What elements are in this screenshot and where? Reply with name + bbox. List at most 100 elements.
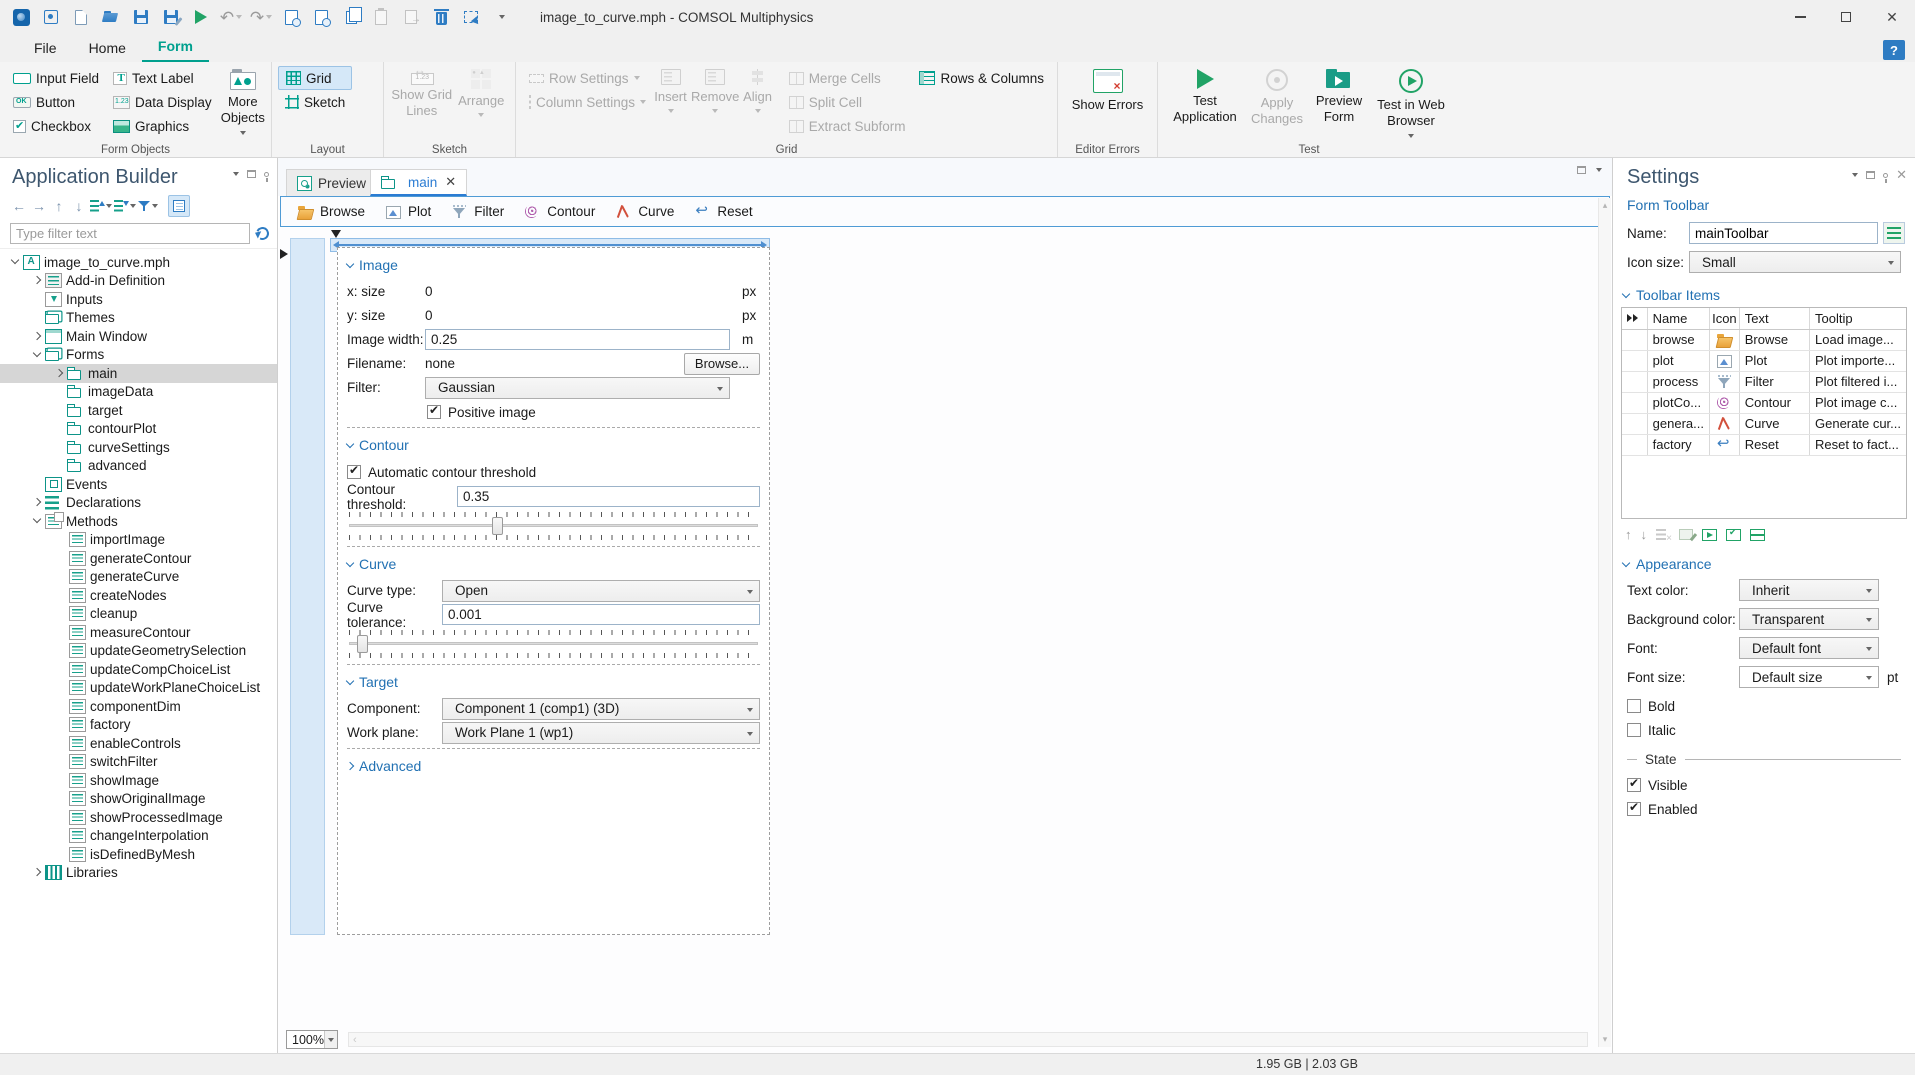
tree-expander-icon[interactable] (30, 866, 45, 880)
tree-expander-icon[interactable] (52, 422, 67, 436)
work-plane-dropdown[interactable]: Work Plane 1 (wp1) (442, 721, 760, 744)
delete-button[interactable] (428, 5, 454, 29)
help-button[interactable]: ? (1883, 40, 1905, 60)
tree-item[interactable]: updateCompChoiceList (0, 660, 277, 679)
slider-thumb[interactable] (492, 517, 504, 535)
toolbar-items-header[interactable]: Toolbar Items (1621, 287, 1915, 303)
tree-expander-icon[interactable] (52, 847, 67, 861)
save-button[interactable] (128, 5, 154, 29)
row-handle-cell[interactable] (1622, 371, 1648, 393)
positive-image-checkbox[interactable] (427, 403, 441, 419)
tree-item[interactable]: Libraries (0, 864, 277, 883)
tree-expander-icon[interactable] (52, 440, 67, 454)
tree-item[interactable]: generateContour (0, 549, 277, 568)
maximize-button[interactable] (1823, 0, 1869, 34)
tree-expander-icon[interactable] (52, 459, 67, 473)
tree-expander-icon[interactable] (52, 718, 67, 732)
tree-expander-icon[interactable] (52, 403, 67, 417)
row-gutter[interactable] (290, 238, 325, 935)
delete-item-button[interactable] (1656, 529, 1672, 544)
tree-item[interactable]: cleanup (0, 605, 277, 624)
close-panel-icon[interactable]: ✕ (1896, 168, 1907, 181)
tab-preview[interactable]: Preview (286, 169, 378, 196)
float-editor-icon[interactable] (1577, 166, 1586, 174)
forward-button[interactable]: → (30, 196, 48, 216)
toolbar-item-row[interactable]: plotCo... Contour Plot image c... (1622, 392, 1906, 414)
name-input[interactable] (1689, 222, 1878, 244)
editor-tabs-menu-icon[interactable] (1596, 168, 1602, 172)
close-tab-icon[interactable]: ✕ (445, 174, 456, 190)
tree-item[interactable]: showProcessedImage (0, 808, 277, 827)
copy-button[interactable] (338, 5, 364, 29)
tree-expander-icon[interactable] (52, 588, 67, 602)
move-item-down-button[interactable]: ↓ (1641, 527, 1648, 542)
appearance-header[interactable]: Appearance (1621, 556, 1915, 572)
test-application-button[interactable]: Test Application (1164, 66, 1246, 126)
collapse-all-button[interactable] (90, 196, 112, 216)
tree-expander-icon[interactable] (52, 644, 67, 658)
add-toggle-item-button[interactable] (1726, 527, 1741, 541)
contour-threshold-input[interactable] (457, 486, 760, 507)
browse-file-button[interactable]: Browse... (684, 352, 760, 375)
plot-toolbar-button[interactable]: Plot (377, 202, 439, 222)
tree-item[interactable]: Declarations (0, 494, 277, 513)
customize-qat-button[interactable] (488, 5, 514, 29)
tree-item[interactable]: target (0, 401, 277, 420)
browse-toolbar-button[interactable]: Browse (289, 202, 373, 222)
save-as-button[interactable] (158, 5, 184, 29)
visible-checkbox[interactable] (1627, 776, 1641, 792)
tree-expander-icon[interactable] (30, 311, 45, 325)
form-design-surface[interactable]: Image x: size 0 px y: size 0 px Image width:… (337, 247, 770, 935)
test-in-web-browser-button[interactable]: Test in Web Browser (1370, 66, 1452, 138)
row-handle-cell[interactable] (1622, 392, 1648, 414)
graphics-button[interactable]: Graphics (106, 114, 219, 138)
text-label-button[interactable]: Text Label (106, 66, 219, 90)
tree-item[interactable]: image_to_curve.mph (0, 253, 277, 272)
scroll-up-icon[interactable]: ▴ (1603, 200, 1608, 211)
tree-expander-icon[interactable] (30, 329, 45, 343)
tree-filter-input[interactable] (10, 223, 250, 244)
tab-file[interactable]: File (18, 36, 73, 62)
tree-expander-icon[interactable] (52, 736, 67, 750)
tab-main[interactable]: main ✕ (370, 169, 468, 196)
tree-item[interactable]: measureContour (0, 623, 277, 642)
tree-item[interactable]: Inputs (0, 290, 277, 309)
tree-expander-icon[interactable] (30, 514, 45, 528)
select-region-button[interactable] (458, 5, 484, 29)
toolbar-item-row[interactable]: genera... Curve Generate cur... (1622, 413, 1906, 435)
image-width-input[interactable] (425, 329, 730, 350)
component-dropdown[interactable]: Component 1 (comp1) (3D) (442, 697, 760, 720)
contour-threshold-slider[interactable] (349, 511, 758, 541)
contour-toolbar-button[interactable]: Contour (516, 202, 603, 222)
tree-expander-icon[interactable] (30, 348, 45, 362)
back-button[interactable]: ← (10, 196, 28, 216)
scroll-down-icon[interactable]: ▾ (1603, 1034, 1608, 1045)
tree-expander-icon[interactable] (8, 255, 23, 269)
tree-expander-icon[interactable] (52, 625, 67, 639)
run-application-button[interactable] (188, 5, 214, 29)
move-item-up-button[interactable]: ↑ (1625, 527, 1632, 542)
data-display-button[interactable]: Data Display (106, 90, 219, 114)
minimize-button[interactable] (1777, 0, 1823, 34)
section-curve-header[interactable]: Curve (345, 551, 760, 577)
tree-item[interactable]: enableControls (0, 734, 277, 753)
panel-menu-icon[interactable] (233, 172, 239, 176)
tree-expander-icon[interactable] (30, 496, 45, 510)
tree-item[interactable]: contourPlot (0, 420, 277, 439)
expand-all-button[interactable] (114, 196, 136, 216)
toolbar-item-row[interactable]: process Filter Plot filtered i... (1622, 371, 1906, 393)
pin-panel-icon[interactable] (1883, 172, 1889, 183)
add-item-button[interactable] (1702, 528, 1717, 541)
text-color-dropdown[interactable]: Inherit (1739, 579, 1879, 601)
row-handle-cell[interactable] (1622, 329, 1648, 351)
tree-expander-icon[interactable] (52, 366, 67, 380)
input-field-button[interactable]: Input Field (6, 66, 106, 90)
close-button[interactable]: ✕ (1869, 0, 1915, 34)
curve-tolerance-slider[interactable] (349, 629, 758, 659)
curve-toolbar-button[interactable]: Curve (607, 202, 682, 222)
icon-size-dropdown[interactable]: Small (1689, 251, 1901, 273)
tree-expander-icon[interactable] (30, 477, 45, 491)
tree-item[interactable]: main (0, 364, 277, 383)
section-image-header[interactable]: Image (345, 252, 760, 278)
grid-mode-button[interactable]: Grid (278, 66, 353, 90)
